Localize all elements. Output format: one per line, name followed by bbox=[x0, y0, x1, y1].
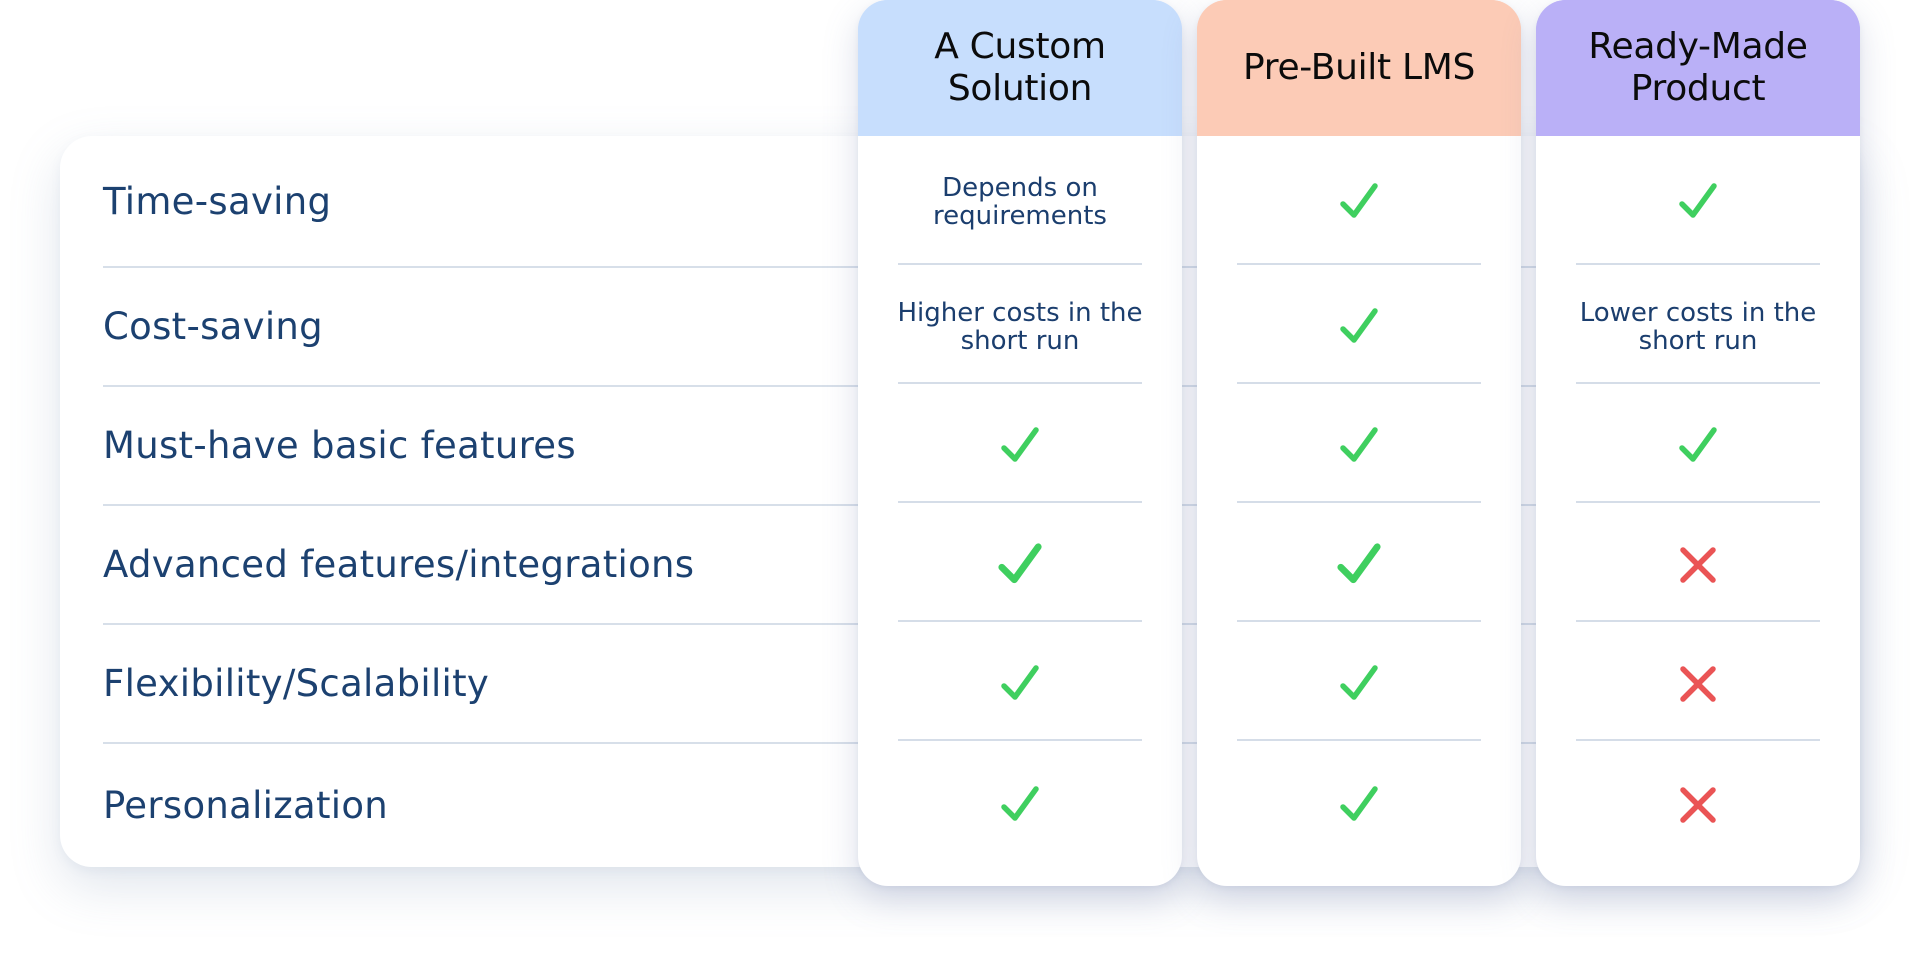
table-cell bbox=[858, 505, 1182, 624]
table-cell bbox=[1536, 386, 1860, 505]
table-cell bbox=[1197, 624, 1521, 743]
table-cell bbox=[1536, 136, 1860, 268]
cell-text: Depends on requirements bbox=[933, 173, 1107, 231]
cell-divider bbox=[1576, 263, 1820, 265]
table-cell bbox=[858, 624, 1182, 743]
check-icon bbox=[1676, 180, 1720, 224]
cell-text: Higher costs in the short run bbox=[897, 297, 1143, 356]
cross-icon bbox=[1678, 785, 1718, 825]
cell-divider bbox=[1576, 620, 1820, 622]
row-label-text: Advanced features/integrations bbox=[103, 543, 695, 586]
cell-divider bbox=[898, 263, 1142, 265]
column-header: A Custom Solution bbox=[858, 0, 1182, 136]
table-cell bbox=[1197, 267, 1521, 386]
cell-divider bbox=[1237, 501, 1481, 503]
cross-icon bbox=[1678, 664, 1718, 704]
row-label-text: Personalization bbox=[103, 783, 389, 827]
column-header: Ready-Made Product bbox=[1536, 0, 1860, 136]
column-title: Pre-Built LMS bbox=[1242, 47, 1476, 88]
cell-divider bbox=[898, 501, 1142, 503]
table-cell bbox=[1536, 624, 1860, 743]
check-icon bbox=[1337, 783, 1381, 827]
check-icon bbox=[1337, 662, 1381, 706]
cell-divider bbox=[1237, 382, 1481, 384]
check-icon bbox=[1337, 424, 1381, 468]
option-column: Ready-Made Product Lower costs in the sho… bbox=[1536, 0, 1860, 886]
cell-text: Lower costs in the short run bbox=[1579, 297, 1817, 356]
cell-divider bbox=[1237, 620, 1481, 622]
check-icon bbox=[998, 783, 1042, 827]
cell-divider bbox=[1237, 263, 1481, 265]
table-cell bbox=[1536, 743, 1860, 867]
cell-divider bbox=[1237, 739, 1481, 741]
table-cell bbox=[858, 386, 1182, 505]
check-icon bbox=[1337, 180, 1381, 224]
table-cell bbox=[1536, 505, 1860, 624]
cell-divider bbox=[1576, 382, 1820, 384]
column-header: Pre-Built LMS bbox=[1197, 0, 1521, 136]
check-icon bbox=[1337, 305, 1381, 349]
option-column: Pre-Built LMS bbox=[1197, 0, 1521, 886]
check-icon bbox=[1334, 540, 1384, 590]
row-label-text: Must-have basic features bbox=[103, 424, 576, 467]
cell-divider bbox=[1576, 739, 1820, 741]
table-cell: Lower costs in the short run bbox=[1536, 267, 1860, 386]
cell-divider bbox=[898, 739, 1142, 741]
table-cell bbox=[858, 743, 1182, 867]
column-title: A Custom Solution bbox=[934, 26, 1106, 109]
row-label-text: Cost-saving bbox=[103, 305, 323, 348]
option-column: A Custom Solution Depends on requirements… bbox=[858, 0, 1182, 886]
row-label-text: Flexibility/Scalability bbox=[103, 662, 490, 705]
cell-divider bbox=[898, 382, 1142, 384]
table-cell bbox=[1197, 136, 1521, 268]
column-title: Ready-Made Product bbox=[1588, 26, 1808, 109]
cell-divider bbox=[1576, 501, 1820, 503]
table-cell bbox=[1197, 743, 1521, 867]
table-cell bbox=[1197, 386, 1521, 505]
check-icon bbox=[995, 540, 1045, 590]
comparison-table: Time-saving Cost-saving Must-have basic fe… bbox=[0, 0, 1920, 957]
check-icon bbox=[1676, 424, 1720, 468]
check-icon bbox=[998, 424, 1042, 468]
table-cell: Depends on requirements bbox=[858, 136, 1182, 268]
cell-divider bbox=[898, 620, 1142, 622]
table-cell bbox=[1197, 505, 1521, 624]
row-label-text: Time-saving bbox=[103, 180, 332, 223]
table-cell: Higher costs in the short run bbox=[858, 267, 1182, 386]
cross-icon bbox=[1678, 545, 1718, 585]
check-icon bbox=[998, 662, 1042, 706]
